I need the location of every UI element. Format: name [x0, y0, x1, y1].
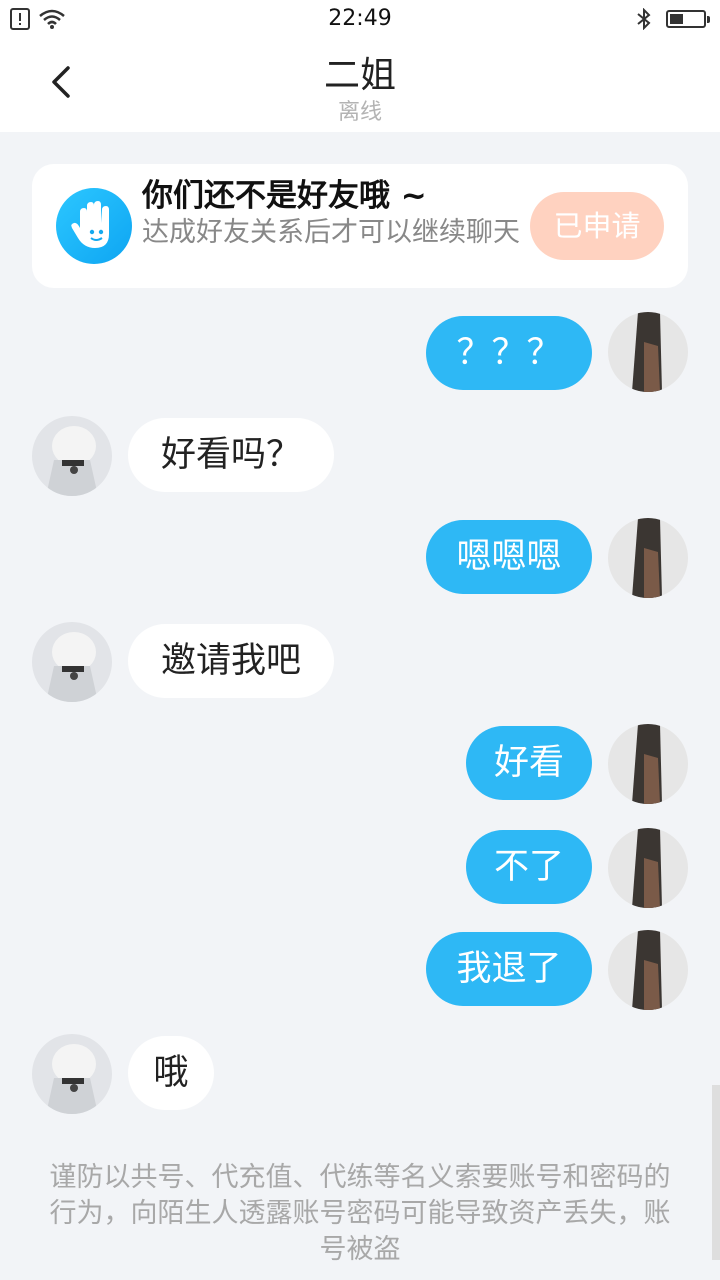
- message-bubble-incoming[interactable]: 邀请我吧: [128, 624, 334, 698]
- avatar-self[interactable]: [608, 930, 688, 1010]
- battery-icon: [666, 10, 710, 28]
- applied-button[interactable]: 已申请: [530, 192, 664, 260]
- avatar-contact[interactable]: [32, 416, 112, 496]
- message-bubble-outgoing[interactable]: 我退了: [426, 932, 592, 1006]
- message-bubble-incoming[interactable]: 哦: [128, 1036, 214, 1110]
- status-time: 22:49: [328, 6, 392, 31]
- online-status: 离线: [337, 100, 382, 125]
- avatar-self[interactable]: [608, 828, 688, 908]
- security-notice: 谨防以共号、代充值、代练等名义索要账号和密码的行为，向陌生人透露账号密码可能导致…: [49, 1162, 671, 1265]
- card-description: 达成好友关系后才可以继续聊天: [142, 217, 520, 248]
- message-bubble-outgoing[interactable]: 不了: [466, 830, 592, 904]
- avatar-contact[interactable]: [32, 1034, 112, 1114]
- bluetooth-icon: [637, 8, 651, 30]
- battery-level: [670, 14, 683, 24]
- status-right-icons: [636, 8, 710, 30]
- avatar-self[interactable]: [608, 518, 688, 598]
- friend-request-card: 你们还不是好友哦 ~ 达成好友关系后才可以继续聊天 已申请: [32, 164, 688, 288]
- message-bubble-outgoing[interactable]: 好看: [466, 726, 592, 800]
- chat-header: 二姐 离线: [0, 40, 720, 132]
- scrollbar[interactable]: [712, 1085, 720, 1260]
- message-bubble-outgoing[interactable]: 嗯嗯嗯: [426, 520, 592, 594]
- page-title: 二姐: [323, 55, 396, 96]
- message-bubble-outgoing[interactable]: ？？？: [426, 316, 592, 390]
- message-bubble-incoming[interactable]: 好看吗？: [128, 418, 334, 492]
- avatar-self[interactable]: [608, 312, 688, 392]
- card-title: 你们还不是好友哦 ~: [142, 178, 427, 214]
- avatar-contact[interactable]: [32, 622, 112, 702]
- status-bar: 22:49: [0, 0, 720, 40]
- avatar-self[interactable]: [608, 724, 688, 804]
- hand-wave-icon: [56, 188, 132, 264]
